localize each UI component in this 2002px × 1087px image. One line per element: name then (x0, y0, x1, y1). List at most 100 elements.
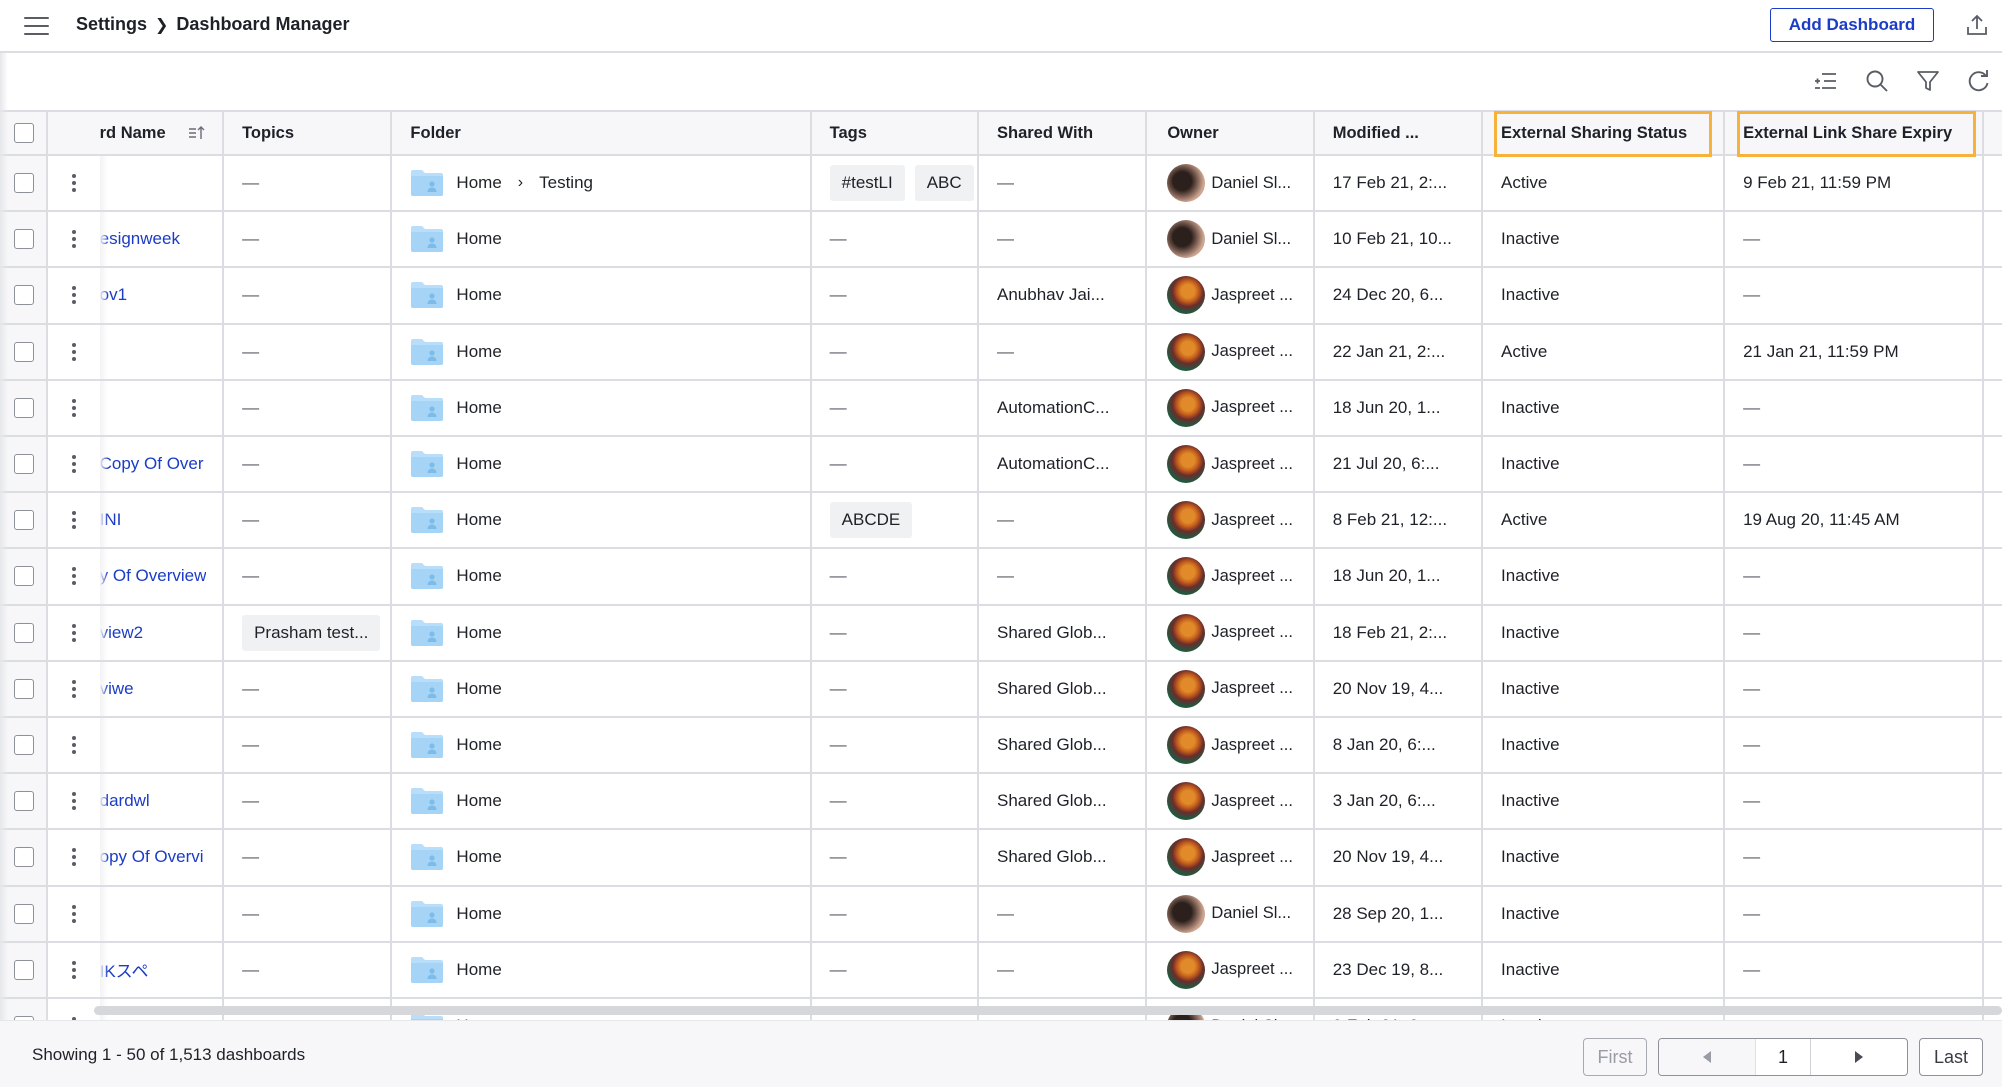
table-row[interactable]: viwe — Home — Shared Glob... Jaspreet ... 20 N… (0, 661, 2002, 718)
row-checkbox[interactable] (14, 173, 34, 194)
sort-ascending-icon[interactable] (188, 125, 206, 141)
dashboard-name-link[interactable]: esignweek (100, 229, 180, 249)
dashboard-name-link[interactable]: Copy Of Over (100, 454, 204, 474)
breadcrumb-settings[interactable]: Settings (76, 14, 147, 35)
refresh-icon[interactable] (1964, 67, 1992, 95)
column-header-modified[interactable]: Modified ... (1315, 112, 1484, 154)
topic-chip[interactable]: Prasham test... (242, 614, 381, 651)
more-options-icon[interactable] (71, 398, 76, 417)
export-upload-icon[interactable] (1964, 12, 1990, 38)
row-checkbox[interactable] (14, 791, 34, 812)
table-row[interactable]: — Home — AutomationC... Jaspreet ... 18 Jun 2… (0, 380, 2002, 437)
topics-value: — (242, 173, 260, 193)
folder-name[interactable]: Home (456, 173, 501, 193)
table-row[interactable]: — Home — — Daniel Sl... 28 Sep 20, 1... Inacti… (0, 886, 2002, 943)
column-header-external-sharing-status[interactable]: External Sharing Status (1483, 112, 1726, 154)
more-options-icon[interactable] (71, 848, 76, 867)
row-checkbox[interactable] (14, 903, 34, 924)
dashboard-name-link[interactable]: opy Of Overvi (100, 847, 204, 867)
add-column-icon[interactable] (1812, 67, 1840, 95)
folder-name[interactable]: Home (456, 847, 501, 867)
more-options-icon[interactable] (71, 623, 76, 642)
row-checkbox[interactable] (14, 959, 34, 980)
row-checkbox[interactable] (14, 285, 34, 306)
row-checkbox[interactable] (14, 229, 34, 250)
hamburger-menu-icon[interactable] (24, 17, 49, 36)
more-options-icon[interactable] (71, 286, 76, 305)
subfolder-name[interactable]: Testing (539, 173, 593, 193)
row-checkbox[interactable] (14, 847, 34, 868)
table-row[interactable]: — Home — — Jaspreet ... 22 Jan 21, 2:... Activ… (0, 324, 2002, 381)
folder-name[interactable]: Home (456, 735, 501, 755)
column-header-external-link-share-expiry[interactable]: External Link Share Expiry (1725, 112, 1984, 154)
column-header-folder[interactable]: Folder (392, 112, 812, 154)
row-checkbox[interactable] (14, 454, 34, 475)
column-header-name[interactable]: rd Name (100, 112, 225, 154)
overflow-cell (1984, 830, 2002, 884)
table-row[interactable]: — Home — Shared Glob... Jaspreet ... 8 Jan 20… (0, 718, 2002, 775)
row-checkbox[interactable] (14, 622, 34, 643)
table-row[interactable]: Copy Of Over — Home — AutomationC... Jaspreet… (0, 437, 2002, 494)
column-header-owner[interactable]: Owner (1147, 112, 1315, 154)
table-row[interactable]: INI — Home ABCDE — Jaspreet ... 8 Feb 21, 12:.… (0, 493, 2002, 550)
folder-name[interactable]: Home (456, 679, 501, 699)
column-header-shared-with[interactable]: Shared With (979, 112, 1148, 154)
table-row[interactable]: IKスペ — Home — — Jaspreet ... 23 Dec 19, 8... In… (0, 942, 2002, 999)
folder-name[interactable]: Home (456, 904, 501, 924)
folder-name[interactable]: Home (456, 566, 501, 586)
first-page-button[interactable]: First (1583, 1038, 1647, 1076)
column-header-tags[interactable]: Tags (812, 112, 979, 154)
more-options-icon[interactable] (71, 567, 76, 586)
previous-page-button[interactable] (1659, 1039, 1756, 1075)
more-options-icon[interactable] (71, 792, 76, 811)
table-row[interactable]: y Of Overview — Home — — Jaspreet ... 18 Jun 2… (0, 549, 2002, 606)
tag-chip[interactable]: ABC (914, 165, 974, 202)
folder-name[interactable]: Home (456, 454, 501, 474)
row-checkbox[interactable] (14, 510, 34, 531)
dashboard-name-link[interactable]: y Of Overview (100, 566, 207, 586)
row-checkbox[interactable] (14, 341, 34, 362)
last-page-button[interactable]: Last (1919, 1038, 1983, 1076)
select-all-checkbox[interactable] (14, 123, 34, 143)
column-header-topics[interactable]: Topics (224, 112, 393, 154)
name-fade (99, 437, 108, 492)
filter-icon[interactable] (1914, 67, 1942, 95)
table-row[interactable]: esignweek — Home — — Daniel Sl... 10 Feb 21, 1… (0, 212, 2002, 269)
horizontal-scrollbar[interactable] (94, 1006, 2002, 1015)
table-row[interactable]: view2 Prasham test... Home — Shared Glob... J… (0, 605, 2002, 662)
row-checkbox[interactable] (14, 397, 34, 418)
folder-name[interactable]: Home (456, 623, 501, 643)
row-checkbox[interactable] (14, 678, 34, 699)
row-checkbox[interactable] (14, 566, 34, 587)
more-options-icon[interactable] (71, 511, 76, 530)
more-options-icon[interactable] (71, 174, 76, 193)
tag-chip[interactable]: ABCDE (829, 502, 913, 539)
more-options-icon[interactable] (71, 736, 76, 755)
more-options-icon[interactable] (71, 342, 76, 361)
more-options-icon[interactable] (71, 960, 76, 979)
more-options-icon[interactable] (71, 230, 76, 249)
tag-chip[interactable]: #testLI (829, 165, 905, 202)
modified-value: 17 Feb 21, 2:... (1332, 173, 1448, 193)
current-page-number[interactable]: 1 (1756, 1039, 1811, 1075)
more-options-icon[interactable] (71, 679, 76, 698)
table-row[interactable]: opy Of Overvi — Home — Shared Glob... Jaspree… (0, 830, 2002, 887)
folder-name[interactable]: Home (456, 398, 501, 418)
topics-cell: — (224, 886, 393, 941)
table-row[interactable]: ov1 — Home — Anubhav Jai... Jaspreet ... 24 De… (0, 268, 2002, 325)
table-row[interactable]: dardwl — Home — Shared Glob... Jaspreet ... 3 … (0, 774, 2002, 831)
folder-name[interactable]: Home (456, 342, 501, 362)
topics-value: — (242, 285, 260, 305)
folder-name[interactable]: Home (456, 285, 501, 305)
add-dashboard-button[interactable]: Add Dashboard (1770, 8, 1934, 42)
row-checkbox[interactable] (14, 735, 34, 756)
next-page-button[interactable] (1811, 1039, 1907, 1075)
table-row[interactable]: — Home › Testing #testLI ABC — Daniel Sl... 17 F… (0, 156, 2002, 213)
folder-name[interactable]: Home (456, 960, 501, 980)
more-options-icon[interactable] (71, 904, 76, 923)
folder-name[interactable]: Home (456, 791, 501, 811)
search-icon[interactable] (1863, 67, 1891, 95)
folder-name[interactable]: Home (456, 229, 501, 249)
more-options-icon[interactable] (71, 455, 76, 474)
folder-name[interactable]: Home (456, 510, 501, 530)
